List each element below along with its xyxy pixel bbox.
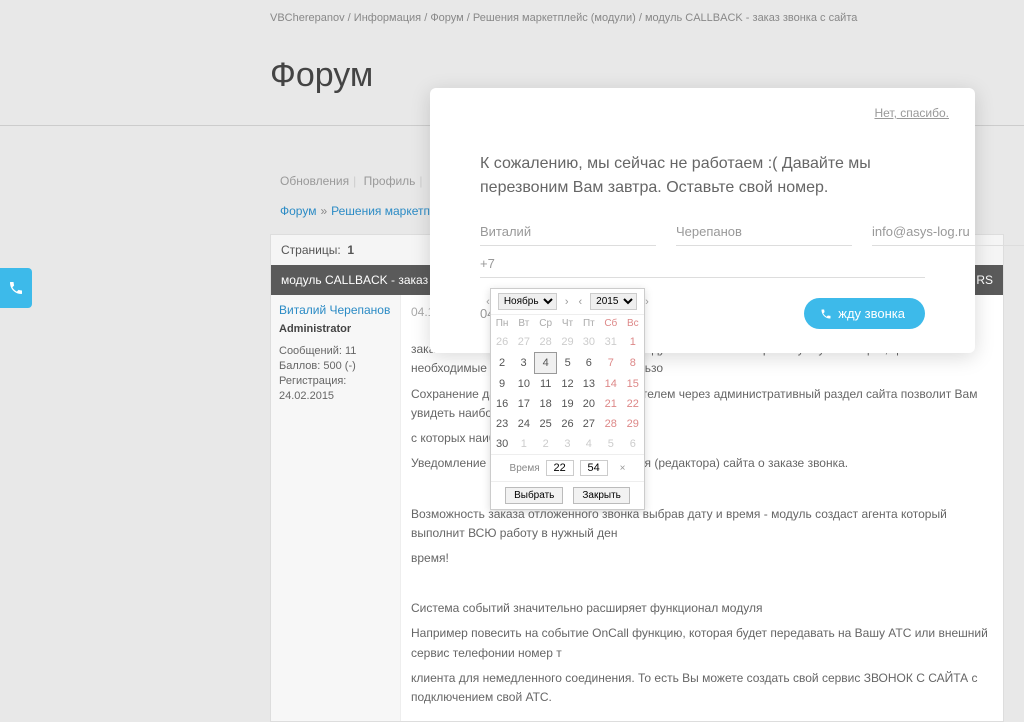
rss-link[interactable]: RS <box>976 273 993 287</box>
prev-year[interactable]: ‹ <box>577 296 585 308</box>
selected-day[interactable]: 4 <box>535 353 557 374</box>
author-panel: Виталий Черепанов Administrator Сообщени… <box>271 295 401 721</box>
author-name[interactable]: Виталий Черепанов <box>279 303 392 317</box>
datepicker: ‹ Ноябрь › ‹ 2015 › ПнВтСрЧтПтСбВс 26272… <box>490 288 645 510</box>
phone-icon <box>8 280 24 296</box>
callback-tab[interactable] <box>0 268 32 308</box>
breadcrumb: VBCherepanov / Информация / Форум / Реше… <box>0 0 1024 36</box>
dismiss-link[interactable]: Нет, спасибо. <box>874 106 949 120</box>
first-name-input[interactable] <box>480 218 656 246</box>
next-month[interactable]: › <box>563 296 571 308</box>
email-input[interactable] <box>872 218 1024 246</box>
modal-message: К сожалению, мы сейчас не работаем :( Да… <box>480 152 925 200</box>
prev-month[interactable]: ‹ <box>484 296 492 308</box>
forum-link[interactable]: Форум <box>280 204 316 218</box>
phone-icon <box>820 308 832 320</box>
phone-input[interactable] <box>480 250 925 278</box>
tab-updates[interactable]: Обновления <box>280 174 349 188</box>
tab-profile[interactable]: Профиль <box>364 174 416 188</box>
submit-button[interactable]: жду звонка <box>804 298 925 329</box>
minute-input[interactable] <box>580 460 608 476</box>
close-button[interactable]: Закрыть <box>573 487 630 504</box>
topic-title: модуль CALLBACK - заказ зво <box>281 273 450 287</box>
clear-time[interactable]: × <box>620 463 626 474</box>
select-button[interactable]: Выбрать <box>505 487 563 504</box>
month-select[interactable]: Ноябрь <box>498 293 557 310</box>
hour-input[interactable] <box>546 460 574 476</box>
year-select[interactable]: 2015 <box>590 293 637 310</box>
last-name-input[interactable] <box>676 218 852 246</box>
calendar-grid: ПнВтСрЧтПтСбВс 2627282930311 2345678 910… <box>491 315 644 454</box>
next-year[interactable]: › <box>643 296 651 308</box>
